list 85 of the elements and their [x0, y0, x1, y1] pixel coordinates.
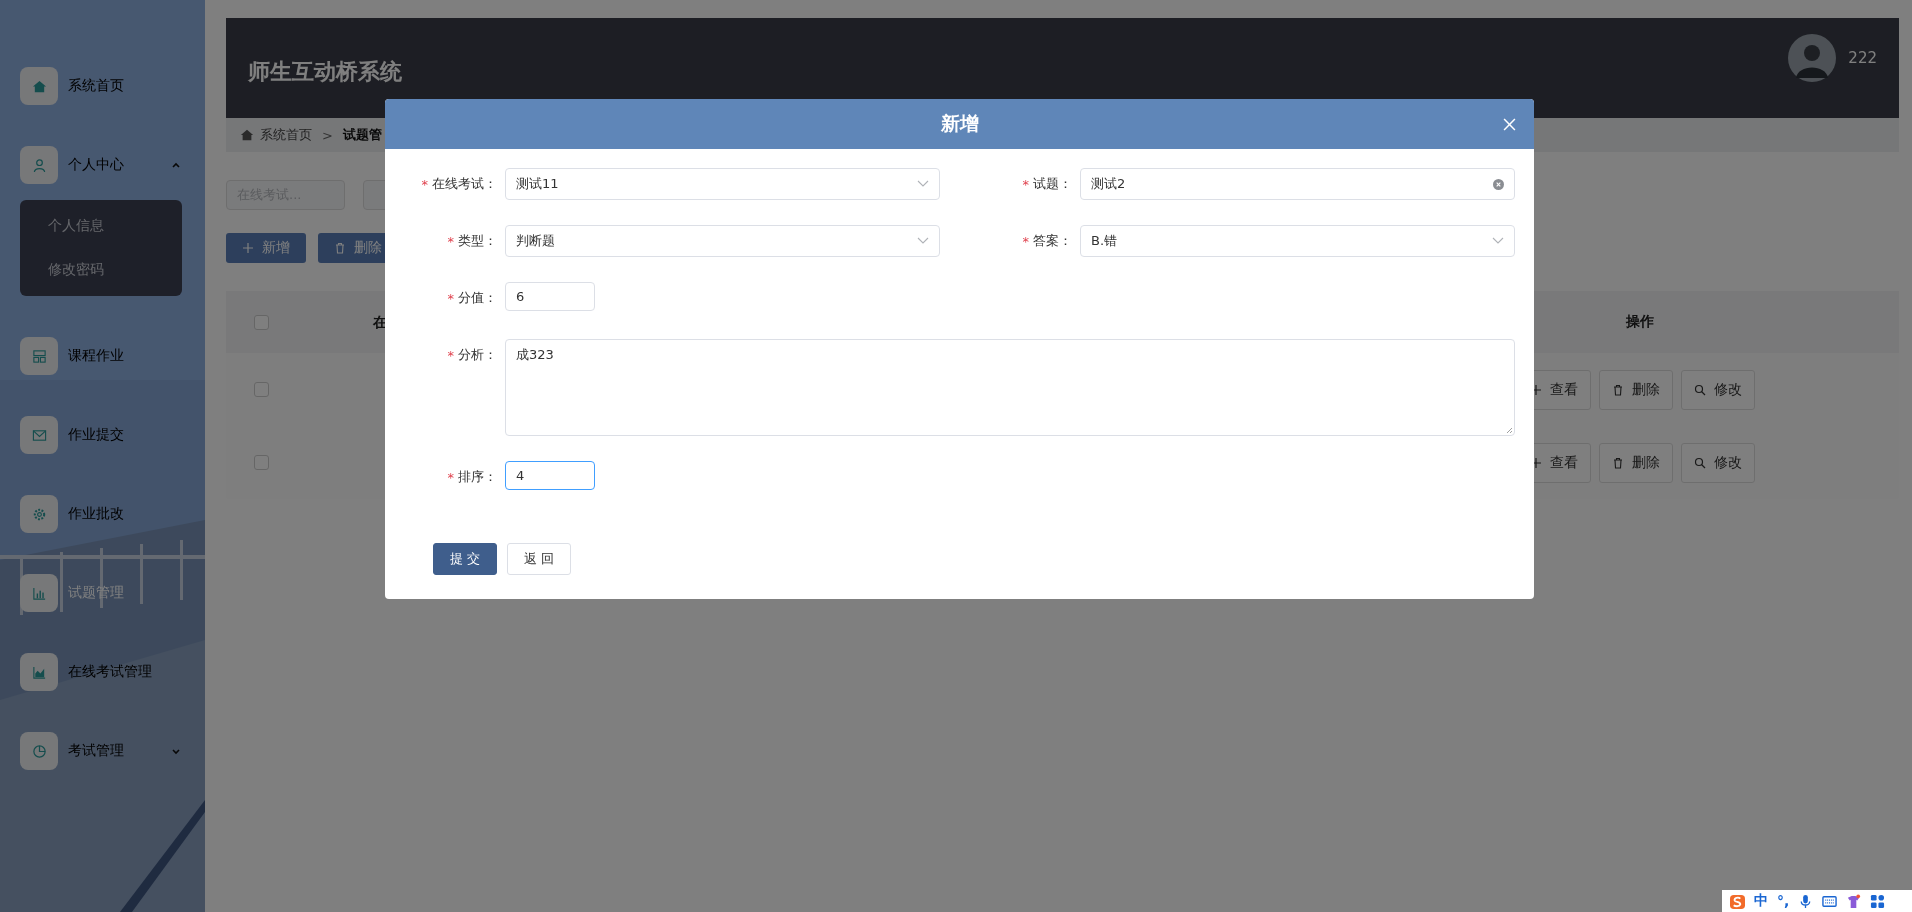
menu-icon-tile[interactable] — [20, 67, 58, 105]
bar-chart-icon — [31, 585, 47, 601]
ime-logo-icon[interactable] — [1730, 893, 1745, 909]
required-mark: * — [447, 290, 454, 306]
chevron-up-icon[interactable] — [171, 160, 181, 170]
input-field[interactable]: 测试2 — [1080, 168, 1515, 200]
pie-chart-icon — [31, 743, 47, 759]
menu-icon-tile[interactable] — [20, 574, 58, 612]
column-header: 操作 — [1626, 313, 1654, 331]
input-mode[interactable]: 中 — [1754, 892, 1768, 910]
delete-button[interactable]: 删除 — [1599, 369, 1673, 410]
trash-icon — [1612, 456, 1624, 469]
select-field[interactable]: B.错 — [1080, 225, 1515, 257]
submit-button[interactable]: 提 交 — [433, 543, 497, 575]
gear-icon — [31, 506, 47, 522]
mail-icon — [31, 427, 47, 443]
submenu-item[interactable]: 个人信息 — [48, 217, 182, 235]
field-label: 排序： — [458, 468, 497, 486]
menu-item[interactable]: 在线考试管理 — [68, 663, 152, 681]
avatar[interactable] — [1788, 34, 1837, 82]
required-mark: * — [1022, 233, 1029, 249]
keyboard-icon[interactable] — [1822, 893, 1838, 909]
menu-icon-tile[interactable] — [20, 337, 58, 375]
required-mark: * — [447, 233, 454, 249]
field-label: 试题： — [1033, 175, 1072, 193]
field-label: 类型： — [458, 232, 497, 250]
search-icon — [1694, 456, 1706, 469]
checkbox[interactable] — [253, 314, 269, 330]
required-mark: * — [1022, 176, 1029, 192]
checkbox[interactable] — [253, 455, 269, 470]
required-mark: * — [447, 347, 454, 363]
menu-item[interactable]: 考试管理 — [68, 742, 124, 760]
menu-icon-tile[interactable] — [20, 146, 58, 184]
dialog-title: 新增 — [940, 111, 979, 136]
field-label: 分值： — [458, 289, 497, 307]
select-field[interactable]: 测试11 — [505, 168, 940, 200]
edit-button[interactable]: 修改 — [1681, 442, 1755, 483]
search-icon — [1694, 383, 1706, 396]
required-mark: * — [447, 469, 454, 485]
edit-button[interactable]: 修改 — [1681, 369, 1755, 410]
menu-icon-tile[interactable] — [20, 416, 58, 454]
home-icon — [240, 128, 254, 142]
input-field[interactable]: 4 — [505, 461, 595, 490]
breadcrumb-separator: > — [322, 127, 333, 143]
shirt-icon[interactable] — [1846, 893, 1862, 909]
chevron-down-icon[interactable] — [171, 746, 181, 756]
apps-icon[interactable] — [1870, 893, 1886, 909]
input-field[interactable]: 6 — [505, 282, 595, 311]
textarea-field[interactable]: 成323 — [505, 339, 1515, 436]
resize-handle-icon[interactable] — [1505, 426, 1513, 434]
chevron-down-icon — [917, 180, 929, 188]
menu-item[interactable]: 课程作业 — [68, 347, 124, 365]
punctuation-mode[interactable]: °, — [1777, 893, 1790, 909]
checkbox[interactable] — [253, 382, 269, 397]
clear-icon[interactable] — [1493, 178, 1504, 190]
breadcrumb-current: 试题管 — [342, 126, 382, 144]
menu-icon-tile[interactable] — [20, 495, 58, 533]
user-name[interactable]: 222 — [1848, 49, 1877, 67]
menu-item[interactable]: 系统首页 — [68, 77, 124, 95]
chevron-down-icon — [917, 237, 929, 245]
grid-icon — [31, 348, 47, 364]
user-icon — [31, 157, 47, 173]
menu-item[interactable]: 作业批改 — [68, 505, 124, 523]
home-icon — [31, 78, 47, 94]
field-label: 答案： — [1033, 232, 1072, 250]
delete-button[interactable]: 删除 — [1599, 442, 1673, 483]
field-label: 分析： — [458, 346, 497, 364]
app-title: 师生互动桥系统 — [248, 58, 402, 86]
add-button[interactable]: 新增 — [226, 233, 306, 263]
trash-icon — [1612, 383, 1624, 396]
menu-icon-tile[interactable] — [20, 732, 58, 770]
required-mark: * — [421, 176, 428, 192]
breadcrumb-link[interactable]: 系统首页 — [260, 126, 312, 144]
menu-icon-tile[interactable] — [20, 653, 58, 691]
menu-item[interactable]: 作业提交 — [68, 426, 124, 444]
submenu-item[interactable]: 修改密码 — [48, 261, 182, 279]
field-label: 在线考试： — [432, 175, 497, 193]
trash-icon — [334, 242, 346, 254]
plus-icon — [242, 242, 254, 254]
area-chart-icon — [31, 664, 47, 680]
close-icon[interactable] — [1503, 118, 1516, 131]
select-field[interactable]: 判断题 — [505, 225, 940, 257]
menu-item[interactable]: 个人中心 — [68, 156, 124, 174]
back-button[interactable]: 返 回 — [507, 543, 571, 575]
chevron-down-icon — [1492, 237, 1504, 245]
